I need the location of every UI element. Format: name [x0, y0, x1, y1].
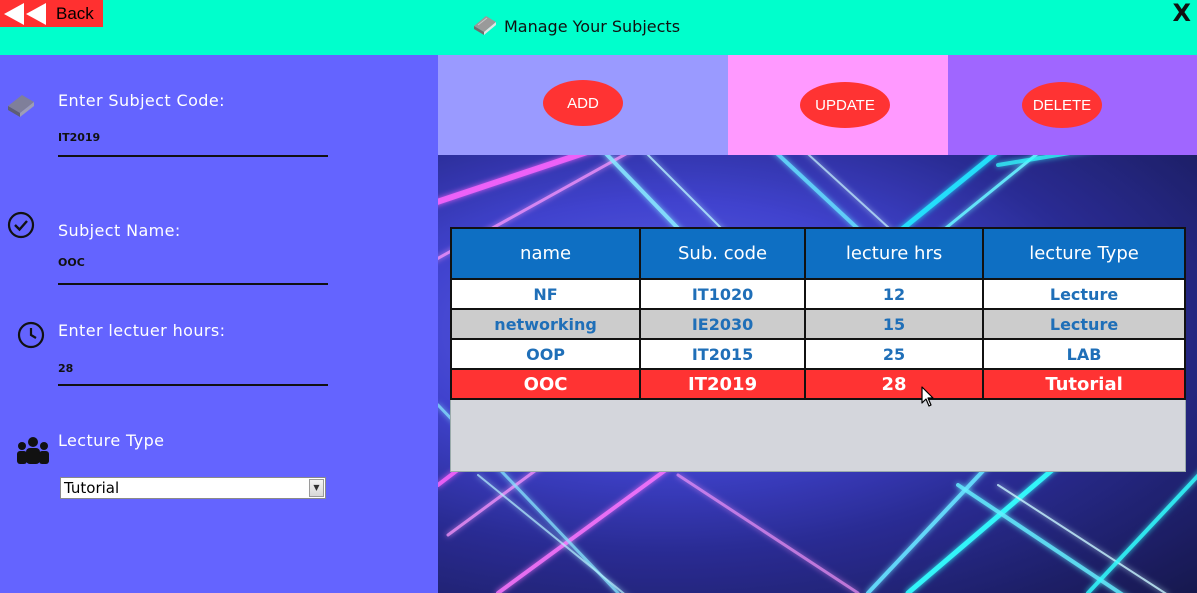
add-button[interactable]: ADD [543, 80, 623, 126]
table-cell[interactable]: 25 [803, 338, 985, 370]
book-icon [472, 12, 498, 40]
column-header[interactable]: lecture Type [982, 227, 1186, 280]
table-row[interactable]: NF IT1020 12 Lecture [449, 278, 1186, 310]
subject-code-label: Enter Subject Code: [58, 91, 225, 110]
lecture-type-label: Lecture Type [58, 431, 165, 450]
column-header[interactable]: lecture hrs [803, 227, 985, 280]
table-cell[interactable]: Lecture [982, 308, 1186, 340]
check-circle-icon [7, 211, 35, 243]
table-cell[interactable]: 15 [803, 308, 985, 340]
table-row[interactable]: networking IE2030 15 Lecture [449, 308, 1186, 340]
delete-panel: DELETE [948, 55, 1197, 155]
lecture-type-selected-value: Tutorial [64, 479, 120, 497]
column-header[interactable]: Sub. code [639, 227, 806, 280]
subjects-grid: name Sub. code lecture hrs lecture Type … [449, 227, 1186, 400]
back-label: Back [56, 3, 94, 23]
update-panel: UPDATE [728, 55, 948, 155]
delete-button[interactable]: DELETE [1022, 82, 1102, 128]
back-button[interactable]: Back [0, 0, 103, 27]
table-row-selected[interactable]: OOC IT2019 28 Tutorial [449, 368, 1186, 400]
table-cell[interactable]: IE2030 [639, 308, 806, 340]
table-cell[interactable]: LAB [982, 338, 1186, 370]
chevron-down-icon[interactable]: ▼ [309, 479, 324, 497]
table-cell[interactable]: Lecture [982, 278, 1186, 310]
subject-code-underline [58, 155, 328, 157]
page-title: Manage Your Subjects [472, 12, 680, 40]
lecture-hours-field[interactable]: 28 [58, 362, 73, 375]
subject-name-label: Subject Name: [58, 221, 181, 240]
page-title-text: Manage Your Subjects [504, 16, 681, 36]
header-bar: Back Manage Your Subjects X [0, 0, 1197, 55]
add-panel: ADD [438, 55, 728, 155]
rewind-icon [0, 0, 48, 27]
table-cell[interactable]: 28 [803, 368, 985, 400]
lecture-type-select[interactable]: Tutorial ▼ [60, 477, 326, 499]
subject-code-field[interactable]: IT2019 [58, 131, 100, 144]
table-cell[interactable]: 12 [803, 278, 985, 310]
table-cell[interactable]: NF [449, 278, 642, 310]
lecture-hours-underline [58, 384, 328, 386]
table-header-row: name Sub. code lecture hrs lecture Type [449, 227, 1186, 280]
group-icon [16, 435, 50, 469]
close-icon: X [1172, 0, 1191, 27]
table-cell[interactable]: OOC [449, 368, 642, 400]
table-cell[interactable]: OOP [449, 338, 642, 370]
column-header[interactable]: name [449, 227, 642, 280]
close-button[interactable]: X [1172, 0, 1191, 27]
book-icon [6, 90, 36, 122]
table-cell[interactable]: IT1020 [639, 278, 806, 310]
table-cell[interactable]: IT2019 [639, 368, 806, 400]
mouse-cursor-icon [921, 386, 935, 412]
clock-icon [17, 321, 45, 353]
table-cell[interactable]: Tutorial [982, 368, 1186, 400]
update-button[interactable]: UPDATE [800, 82, 890, 128]
subject-name-field[interactable]: OOC [58, 256, 85, 269]
table-row[interactable]: OOP IT2015 25 LAB [449, 338, 1186, 370]
subjects-table: name Sub. code lecture hrs lecture Type … [449, 227, 1186, 472]
table-cell[interactable]: networking [449, 308, 642, 340]
lecture-hours-label: Enter lectuer hours: [58, 321, 226, 340]
subject-name-underline [58, 283, 328, 285]
table-cell[interactable]: IT2015 [639, 338, 806, 370]
